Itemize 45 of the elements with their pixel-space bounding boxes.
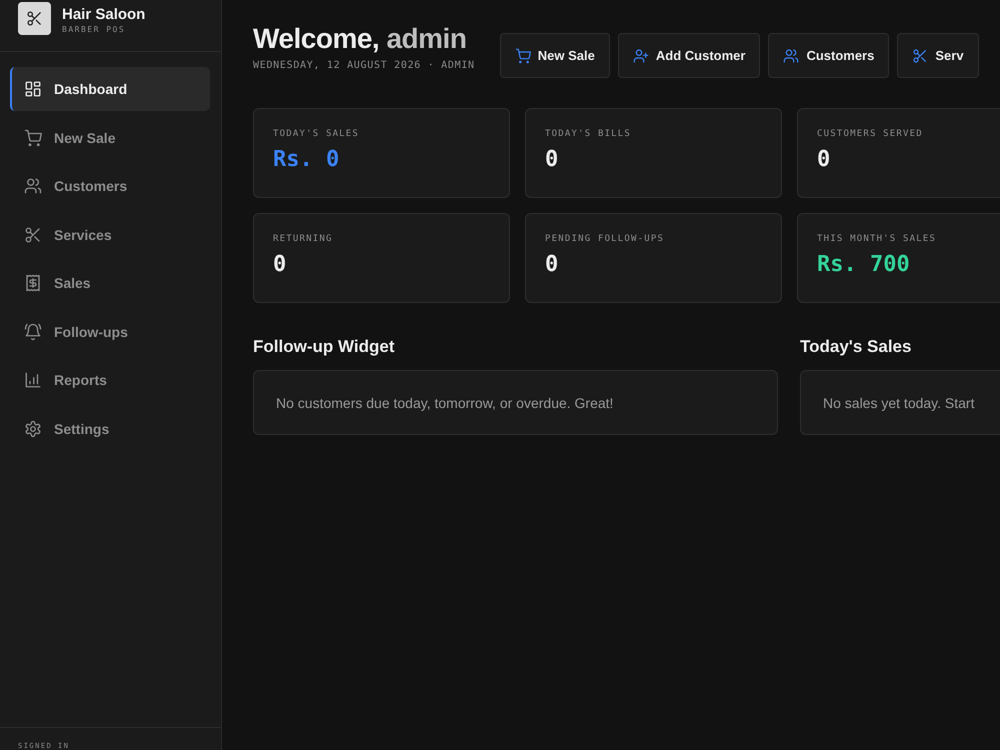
app-subtitle: BARBER POS (62, 25, 126, 34)
action-button[interactable]: Add Customer (618, 33, 760, 78)
action-button[interactable]: Customers (768, 33, 890, 78)
app-title: Hair Saloon (62, 6, 146, 23)
cart-icon (24, 128, 42, 146)
scissors-icon (24, 226, 42, 244)
receipt-icon (24, 274, 42, 292)
action-button[interactable]: Serv (897, 33, 979, 78)
section-heading: Follow-up Widget (253, 336, 396, 358)
stat-label: CUSTOMERS SERVED (817, 129, 924, 139)
stat-value: 0 (545, 252, 560, 277)
stat-label: TODAY'S BILLS (545, 129, 632, 139)
add-user-icon (632, 48, 649, 64)
section-heading: Today's Sales (800, 336, 912, 358)
empty-message: No customers due today, tomorrow, or overdue. Great! (276, 394, 614, 410)
bell-icon (24, 322, 42, 340)
stat-label: PENDING FOLLOW-UPS (545, 234, 666, 244)
nav-item[interactable]: Dashboard (10, 67, 210, 111)
action-button[interactable]: New Sale (500, 33, 610, 78)
stat-label: RETURNING (273, 234, 334, 244)
stat-value: 0 (273, 252, 288, 277)
stat-value: 0 (545, 147, 560, 172)
nav-item[interactable]: Reports (10, 358, 210, 402)
stat-value: 0 (817, 147, 832, 172)
scissors-icon (912, 48, 928, 64)
stat-value: Rs. 700 (817, 252, 911, 277)
nav-item[interactable]: Services (10, 212, 210, 256)
users-icon (24, 177, 42, 195)
nav-item[interactable]: Settings (10, 406, 210, 450)
nav-item[interactable]: Follow-ups (10, 310, 210, 354)
stat-label: THIS MONTH'S SALES (817, 234, 938, 244)
empty-message: No sales yet today. Start (823, 394, 974, 410)
cart-icon (514, 48, 531, 64)
nav-item[interactable]: New Sale (10, 116, 210, 160)
bar-chart-icon (24, 371, 42, 389)
date-line: WEDNESDAY, 12 AUGUST 2026 · ADMIN (253, 60, 475, 71)
grid-icon (24, 80, 42, 98)
settings-icon (24, 420, 42, 438)
stat-label: TODAY'S SALES (273, 129, 360, 139)
nav-item[interactable]: Customers (10, 164, 210, 208)
nav-item[interactable]: Sales (10, 261, 210, 305)
welcome-heading: Welcome, admin (253, 22, 468, 56)
scissors-icon (26, 10, 43, 27)
stat-value: Rs. 0 (273, 147, 340, 172)
users-icon (783, 48, 800, 64)
